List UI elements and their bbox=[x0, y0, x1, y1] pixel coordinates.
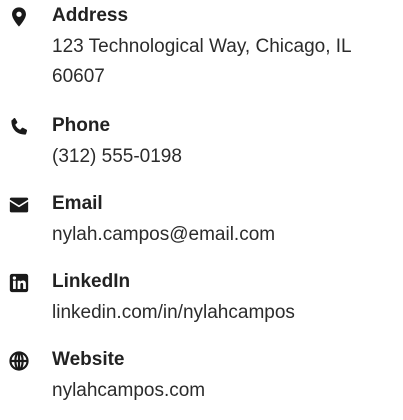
website-label: Website bbox=[52, 349, 125, 370]
email-value[interactable]: nylah.campos@email.com bbox=[52, 220, 397, 250]
phone-value[interactable]: (312) 555-0198 bbox=[52, 142, 397, 172]
address-label: Address bbox=[52, 5, 129, 26]
contact-item-website[interactable]: Website nylahcampos.com bbox=[0, 344, 403, 410]
map-marker-icon bbox=[8, 6, 30, 28]
email-label: Email bbox=[52, 193, 103, 214]
envelope-icon bbox=[8, 194, 30, 216]
contact-item-phone[interactable]: Phone (312) 555-0198 bbox=[0, 110, 403, 172]
phone-label: Phone bbox=[52, 115, 111, 136]
globe-icon bbox=[8, 350, 30, 372]
linkedin-label: LinkedIn bbox=[52, 271, 131, 292]
linkedin-value[interactable]: linkedin.com/in/nylahcampos bbox=[52, 298, 397, 328]
address-value: 123 Technological Way, Chicago, IL 60607 bbox=[52, 36, 351, 87]
contact-item-address: Address 123 Technological Way, Chicago, … bbox=[0, 0, 403, 100]
linkedin-icon bbox=[8, 272, 30, 294]
contact-item-email[interactable]: Email nylah.campos@email.com bbox=[0, 188, 403, 250]
contact-item-linkedin[interactable]: LinkedIn linkedin.com/in/nylahcampos bbox=[0, 266, 403, 328]
website-value[interactable]: nylahcampos.com bbox=[52, 376, 397, 406]
phone-icon bbox=[8, 116, 30, 138]
